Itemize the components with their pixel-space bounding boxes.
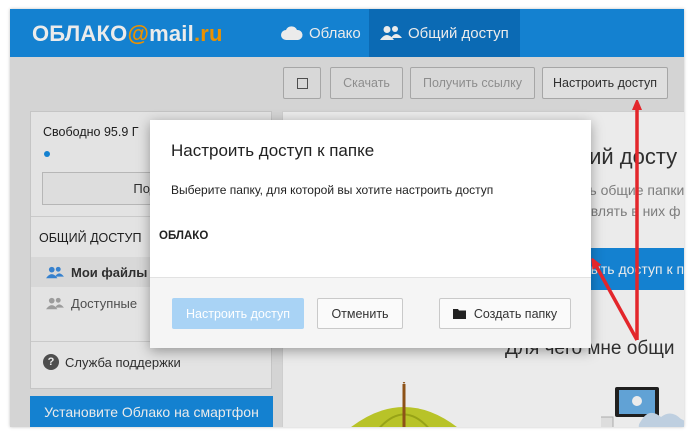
- app-window: ОБЛАКО@mail.ru Облако Общий доступ Скача…: [10, 9, 684, 427]
- create-folder-button[interactable]: Создать папку: [439, 298, 571, 329]
- dialog-description: Выберите папку, для которой вы хотите на…: [171, 183, 494, 197]
- setup-access-dialog: Настроить доступ к папке Выберите папку,…: [150, 120, 591, 348]
- folder-tree-item[interactable]: ОБЛАКО: [159, 230, 208, 242]
- create-folder-label: Создать папку: [473, 306, 558, 321]
- dialog-title: Настроить доступ к папке: [171, 141, 375, 160]
- dialog-setup-access-button[interactable]: Настроить доступ: [172, 298, 304, 329]
- folder-icon: [452, 308, 466, 319]
- dialog-cancel-button[interactable]: Отменить: [317, 298, 403, 329]
- dialog-footer: Настроить доступ Отменить Создать папку: [150, 278, 591, 348]
